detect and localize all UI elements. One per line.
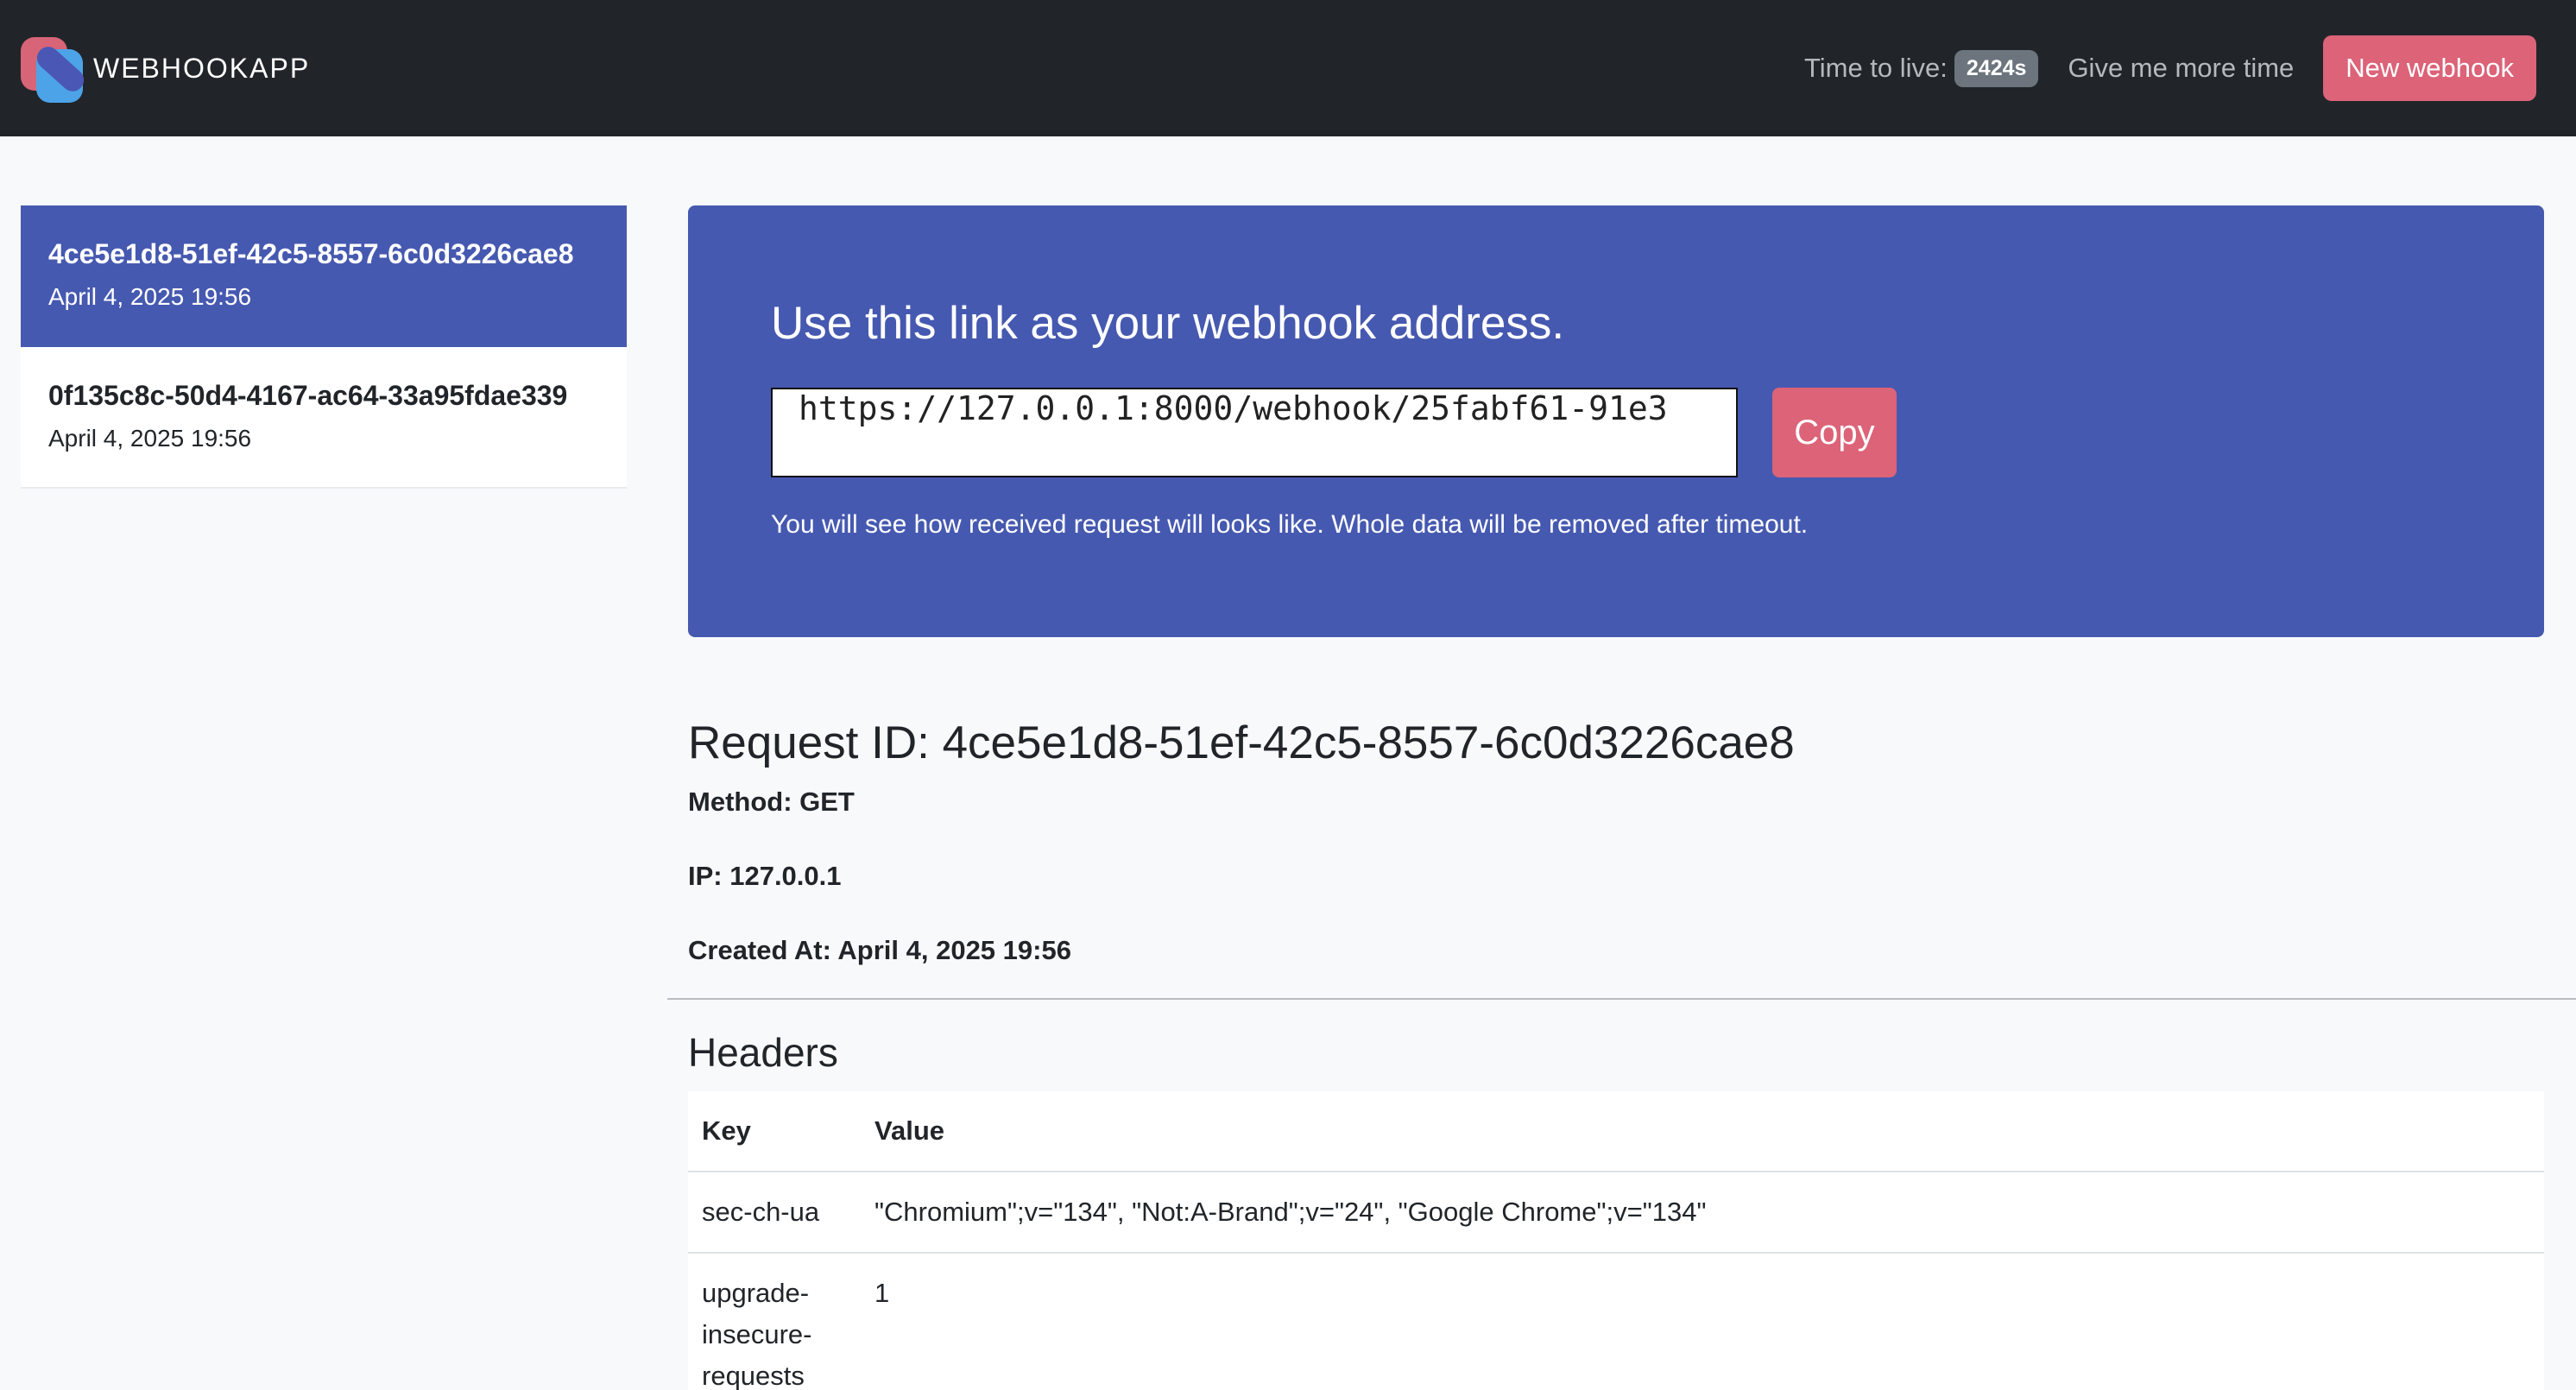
table-header-row: Key Value bbox=[688, 1091, 2544, 1172]
new-webhook-button[interactable]: New webhook bbox=[2323, 35, 2536, 101]
brand-name: WEBHOOKAPP bbox=[93, 52, 311, 84]
request-list-item[interactable]: 4ce5e1d8-51ef-42c5-8557-6c0d3226cae8 Apr… bbox=[21, 205, 627, 347]
header-key: upgrade-insecure-requests bbox=[688, 1253, 861, 1390]
webhook-note: You will see how received request will l… bbox=[771, 510, 1809, 539]
request-details: Request ID: 4ce5e1d8-51ef-42c5-8557-6c0d… bbox=[688, 717, 2544, 966]
brand[interactable]: WEBHOOKAPP bbox=[21, 34, 310, 103]
url-row: https://127.0.0.1:8000/webhook/25fabf61-… bbox=[771, 388, 2461, 477]
headers-table: Key Value sec-ch-ua "Chromium";v="134", … bbox=[688, 1091, 2544, 1390]
ttl-badge: 2424s bbox=[1954, 49, 2039, 87]
request-item-id: 0f135c8c-50d4-4167-ac64-33a95fdae339 bbox=[48, 380, 568, 411]
request-ip: IP: 127.0.0.1 bbox=[688, 861, 842, 891]
request-item-date: April 4, 2025 19:56 bbox=[48, 283, 252, 310]
request-id-title: Request ID: 4ce5e1d8-51ef-42c5-8557-6c0d… bbox=[688, 717, 1795, 768]
webhook-address-title: Use this link as your webhook address. bbox=[771, 298, 1565, 349]
header-value: "Chromium";v="134", "Not:A-Brand";v="24"… bbox=[861, 1172, 2544, 1254]
webhookapp-logo-icon bbox=[21, 34, 89, 103]
request-item-id: 4ce5e1d8-51ef-42c5-8557-6c0d3226cae8 bbox=[48, 238, 574, 269]
webhook-address-card: Use this link as your webhook address. h… bbox=[688, 205, 2544, 637]
navbar: WEBHOOKAPP Time to live: 2424s Give me m… bbox=[0, 0, 2576, 136]
request-list: 4ce5e1d8-51ef-42c5-8557-6c0d3226cae8 Apr… bbox=[21, 205, 627, 489]
header-key: sec-ch-ua bbox=[688, 1172, 861, 1254]
request-created-at: Created At: April 4, 2025 19:56 bbox=[688, 935, 1071, 965]
request-method: Method: GET bbox=[688, 787, 855, 817]
time-to-live: Time to live: 2424s bbox=[1803, 49, 2039, 87]
give-more-time-link[interactable]: Give me more time bbox=[2068, 53, 2294, 84]
table-row: upgrade-insecure-requests 1 bbox=[688, 1253, 2544, 1390]
request-item-date: April 4, 2025 19:56 bbox=[48, 425, 252, 452]
copy-button[interactable]: Copy bbox=[1772, 388, 1897, 477]
header-value: 1 bbox=[861, 1253, 2544, 1390]
request-list-item[interactable]: 0f135c8c-50d4-4167-ac64-33a95fdae339 Apr… bbox=[21, 347, 627, 489]
webhook-url-field[interactable]: https://127.0.0.1:8000/webhook/25fabf61-… bbox=[771, 388, 1738, 477]
headers-title: Headers bbox=[688, 1030, 838, 1075]
section-divider bbox=[667, 998, 2576, 1000]
column-header-key: Key bbox=[688, 1091, 861, 1172]
nav-right: Time to live: 2424s Give me more time Ne… bbox=[1804, 35, 2536, 101]
column-header-value: Value bbox=[861, 1091, 2544, 1172]
table-row: sec-ch-ua "Chromium";v="134", "Not:A-Bra… bbox=[688, 1172, 2544, 1254]
ttl-label: Time to live: bbox=[1803, 53, 1948, 83]
